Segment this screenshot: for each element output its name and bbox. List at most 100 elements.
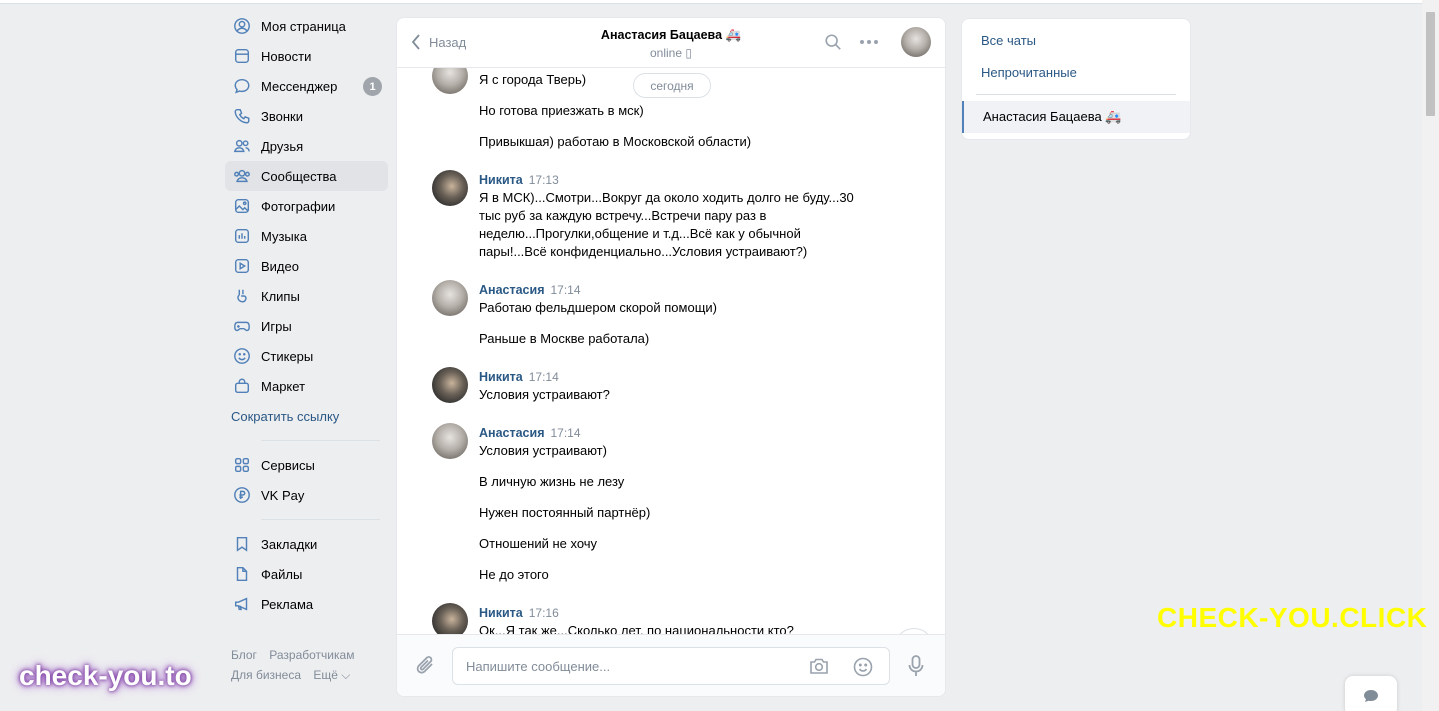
message-text: Условия устраивают) xyxy=(479,443,607,458)
top-bar xyxy=(0,0,1422,4)
nav-label: Видео xyxy=(261,258,299,274)
message-text: Раньше в Москве работала) xyxy=(479,331,650,346)
nav-calls[interactable]: Звонки xyxy=(225,101,388,131)
watermark-right: CHECK-YOU.CLICK xyxy=(1157,602,1428,633)
avatar[interactable] xyxy=(432,170,468,206)
nav-communities[interactable]: Сообщества xyxy=(225,161,388,191)
message-header: Никита 17:16 xyxy=(479,604,869,622)
message-time: 17:13 xyxy=(528,173,559,187)
unread-badge: 1 xyxy=(363,77,382,96)
newspaper-icon xyxy=(233,47,251,65)
peer-avatar[interactable] xyxy=(901,27,931,57)
nav-label: Фотографии xyxy=(261,198,336,214)
nav-label: Реклама xyxy=(261,596,314,612)
message-time: 17:14 xyxy=(550,283,581,297)
message-author[interactable]: Никита xyxy=(479,606,523,620)
message-icon xyxy=(233,77,251,95)
chat-bubble-icon xyxy=(1364,690,1378,702)
camera-icon[interactable] xyxy=(809,657,829,678)
nav-label: Звонки xyxy=(261,108,303,124)
gamepad-icon xyxy=(233,317,251,335)
microphone-icon[interactable] xyxy=(908,655,924,680)
nav-news[interactable]: Новости xyxy=(225,41,388,71)
nav-files[interactable]: Файлы xyxy=(225,559,388,589)
message-text: Отношений не хочу xyxy=(479,536,598,551)
nav-vkpay[interactable]: VK Pay xyxy=(225,480,388,510)
avatar[interactable] xyxy=(432,603,468,635)
unread-chats-link[interactable]: Непрочитанные xyxy=(962,56,1190,88)
message-text: Нужен постоянный партнёр) xyxy=(479,505,651,520)
search-icon[interactable] xyxy=(821,30,845,54)
nav-market[interactable]: Маркет xyxy=(225,371,388,401)
avatar[interactable] xyxy=(432,367,468,403)
message-input-box xyxy=(452,647,890,685)
grid-icon xyxy=(233,456,251,474)
left-navigation: Моя страница Новости Мессенджер 1 Звонки… xyxy=(225,11,388,619)
emoji-icon[interactable] xyxy=(853,657,873,680)
attach-icon[interactable] xyxy=(415,654,437,681)
message-author[interactable]: Никита xyxy=(479,370,523,384)
chat-filters-panel: Все чаты Непрочитанные Анастасия Бацаева… xyxy=(961,18,1191,140)
video-icon xyxy=(233,257,251,275)
bookmark-icon xyxy=(233,535,251,553)
nav-games[interactable]: Игры xyxy=(225,311,388,341)
ruble-icon xyxy=(233,486,251,504)
avatar[interactable] xyxy=(432,423,468,459)
nav-my-page[interactable]: Моя страница xyxy=(225,11,388,41)
nav-bookmarks[interactable]: Закладки xyxy=(225,529,388,559)
mobile-icon: ▯ xyxy=(685,46,692,60)
nav-label: Маркет xyxy=(261,378,306,394)
message-header: Анастасия 17:14 xyxy=(479,281,869,299)
watermark-left: check-you.to xyxy=(19,660,192,691)
all-chats-link[interactable]: Все чаты xyxy=(962,24,1190,56)
date-separator: сегодня xyxy=(633,73,711,98)
divider xyxy=(261,519,380,520)
nav-label: Файлы xyxy=(261,566,303,582)
peer-status-text: online xyxy=(650,46,683,60)
music-icon xyxy=(233,227,251,245)
more-icon[interactable] xyxy=(857,30,881,54)
smile-icon xyxy=(233,347,251,365)
message-input[interactable] xyxy=(453,648,793,684)
nav-label: Друзья xyxy=(261,138,304,154)
nav-video[interactable]: Видео xyxy=(225,251,388,281)
phone-icon xyxy=(233,107,251,125)
avatar[interactable] xyxy=(432,280,468,316)
message-text: Но готова приезжать в мск) xyxy=(479,103,644,118)
nav-label: Стикеры xyxy=(261,348,314,364)
shorten-link[interactable]: Сократить ссылку xyxy=(225,401,388,431)
footer-blog-link[interactable]: Блог xyxy=(231,648,257,662)
footer-links: Блог Разработчикам Для бизнеса Ещё ⌵ xyxy=(231,645,391,685)
active-chat-item[interactable]: Анастасия Бацаева 🚑 xyxy=(962,101,1190,133)
footer-dev-link[interactable]: Разработчикам xyxy=(269,648,354,662)
message-time: 17:14 xyxy=(550,426,581,440)
nav-clips[interactable]: Клипы xyxy=(225,281,388,311)
message-time: 17:16 xyxy=(528,606,559,620)
message-author[interactable]: Анастасия xyxy=(479,426,545,440)
scrollbar-thumb[interactable] xyxy=(1426,12,1435,116)
nav-ads[interactable]: Реклама xyxy=(225,589,388,619)
megaphone-icon xyxy=(233,595,251,613)
message-text: Я в МСК)...Смотри...Вокруг да около ходи… xyxy=(479,190,854,259)
nav-music[interactable]: Музыка xyxy=(225,221,388,251)
user-circle-icon xyxy=(233,17,251,35)
nav-messenger[interactable]: Мессенджер 1 xyxy=(225,71,388,101)
floating-chat-button[interactable] xyxy=(1345,676,1397,711)
message-author[interactable]: Анастасия xyxy=(479,283,545,297)
nav-services[interactable]: Сервисы xyxy=(225,450,388,480)
message-text: Условия устраивают? xyxy=(479,387,610,402)
chat-panel: Назад Анастасия Бацаева 🚑 online ▯ Я с г… xyxy=(396,17,946,697)
nav-photos[interactable]: Фотографии xyxy=(225,191,388,221)
nav-stickers[interactable]: Стикеры xyxy=(225,341,388,371)
chat-header: Назад Анастасия Бацаева 🚑 online ▯ xyxy=(397,18,945,68)
nav-label: VK Pay xyxy=(261,487,305,503)
bag-icon xyxy=(233,377,251,395)
nav-friends[interactable]: Друзья xyxy=(225,131,388,161)
footer-business-link[interactable]: Для бизнеса xyxy=(231,668,301,682)
message-author[interactable]: Никита xyxy=(479,173,523,187)
nav-label: Музыка xyxy=(261,228,307,244)
avatar[interactable] xyxy=(432,68,468,94)
communities-icon xyxy=(233,167,251,185)
photo-icon xyxy=(233,197,251,215)
footer-more-link[interactable]: Ещё ⌵ xyxy=(313,668,350,682)
